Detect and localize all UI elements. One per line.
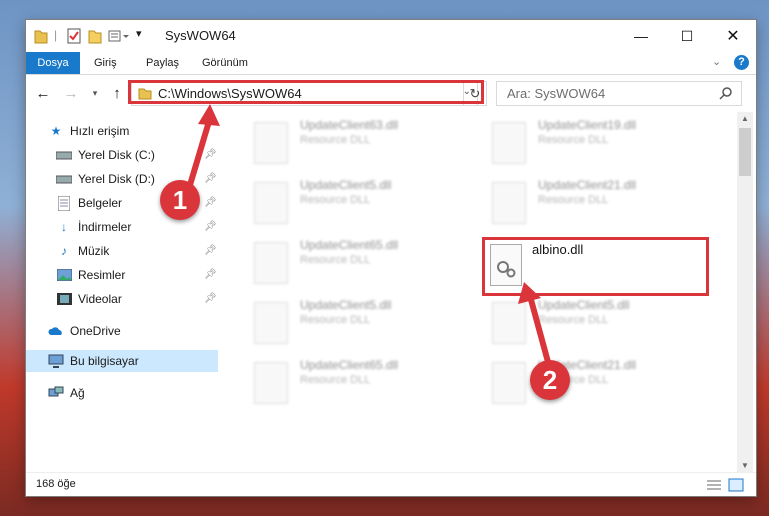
annotation-arrows [187, 104, 551, 363]
arrow-head-1 [198, 104, 220, 126]
arrow-head-2 [518, 282, 541, 304]
